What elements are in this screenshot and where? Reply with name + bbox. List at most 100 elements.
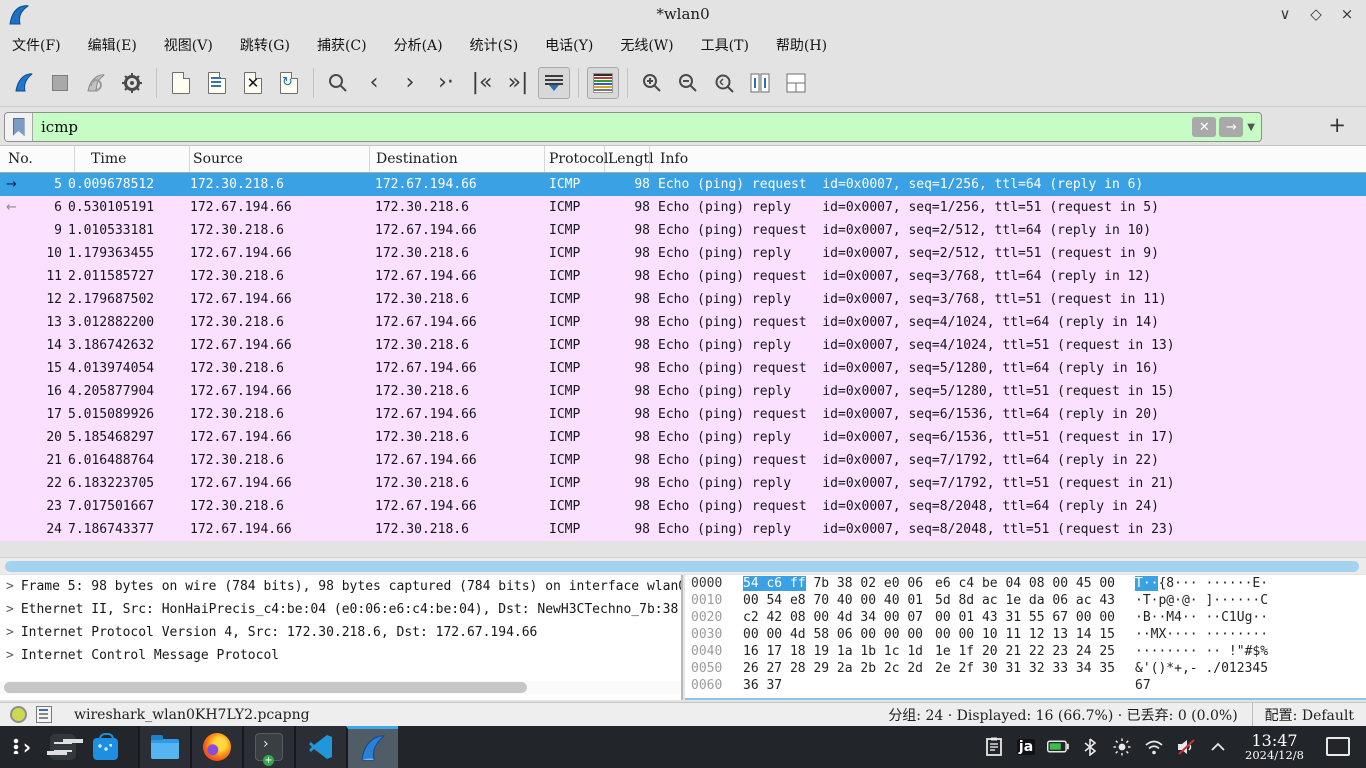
auto-scroll-button[interactable] (538, 67, 570, 99)
menu-item[interactable]: 统计(S) (470, 35, 519, 55)
column-header-length[interactable]: Lengtl (605, 146, 650, 172)
detail-tree-row[interactable]: >Internet Protocol Version 4, Src: 172.3… (0, 621, 681, 644)
capture-options-button[interactable] (116, 67, 148, 99)
bluetooth-icon[interactable] (1079, 734, 1101, 760)
menu-item[interactable]: 文件(F) (12, 35, 61, 55)
capture-comment-icon[interactable] (36, 706, 52, 723)
menu-item[interactable]: 捕获(C) (317, 35, 367, 55)
packet-row[interactable]: 22 6.183223705 172.67.194.66 172.30.218.… (0, 472, 1366, 495)
filter-bookmark-button[interactable] (5, 113, 33, 141)
close-button[interactable]: × (1336, 3, 1358, 25)
settings-button[interactable] (42, 726, 84, 768)
packet-list-hscrollbar[interactable] (0, 557, 1366, 574)
expert-info-icon[interactable] (10, 706, 27, 723)
packet-row[interactable]: 16 4.205877904 172.67.194.66 172.30.218.… (0, 380, 1366, 403)
close-file-button[interactable]: ✕ (237, 67, 269, 99)
open-file-button[interactable] (165, 67, 197, 99)
packet-row[interactable]: 17 5.015089926 172.30.218.6 172.67.194.6… (0, 403, 1366, 426)
menu-item[interactable]: 跳转(G) (240, 35, 290, 55)
stop-capture-button[interactable] (44, 67, 76, 99)
packet-row[interactable]: 20 5.185468297 172.67.194.66 172.30.218.… (0, 426, 1366, 449)
brightness-icon[interactable] (1111, 734, 1133, 760)
column-header-destination[interactable]: Destination (370, 146, 545, 172)
expand-chevron-icon[interactable]: > (6, 579, 14, 594)
zoom-reset-button[interactable] (708, 67, 740, 99)
software-store-button[interactable] (84, 726, 126, 768)
filter-value[interactable]: icmp (33, 118, 1192, 136)
detail-tree-row[interactable]: >Ethernet II, Src: HonHaiPrecis_c4:be:04… (0, 598, 681, 621)
menu-item[interactable]: 分析(A) (394, 35, 443, 55)
menu-item[interactable]: 帮助(H) (776, 35, 827, 55)
file-manager-button[interactable] (138, 726, 190, 768)
find-packet-button[interactable] (322, 67, 354, 99)
hex-row[interactable]: 001000 54 e8 70 40 00 40 015d 8d ac 1e d… (685, 592, 1366, 609)
packet-bytes-pane[interactable]: 000054 c6 ff 7b 38 02 e0 06e6 c4 be 04 0… (685, 575, 1366, 700)
restart-capture-button[interactable] (80, 67, 112, 99)
expand-chevron-icon[interactable]: > (6, 625, 14, 640)
last-packet-button[interactable]: »| (502, 67, 534, 99)
menu-item[interactable]: 工具(T) (701, 35, 749, 55)
packet-row[interactable]: 12 2.179687502 172.67.194.66 172.30.218.… (0, 288, 1366, 311)
colorize-button[interactable] (587, 67, 619, 99)
hex-row[interactable]: 003000 00 4d 58 06 00 00 0000 00 10 11 1… (685, 626, 1366, 643)
hex-row[interactable]: 000054 c6 ff 7b 38 02 e0 06e6 c4 be 04 0… (685, 575, 1366, 592)
resize-columns-button[interactable] (744, 67, 776, 99)
previous-packet-button[interactable]: ‹ (358, 67, 390, 99)
wifi-icon[interactable] (1143, 734, 1165, 760)
expand-chevron-icon[interactable]: > (6, 602, 14, 617)
layout-123-button[interactable] (780, 67, 812, 99)
detail-tree-row[interactable]: >Frame 5: 98 bytes on wire (784 bits), 9… (0, 575, 681, 598)
app-launcher-button[interactable]: › (0, 726, 42, 768)
input-method-indicator[interactable]: ja (1015, 734, 1037, 760)
menu-item[interactable]: 电话(Y) (545, 35, 593, 55)
filter-apply-button[interactable]: → (1219, 117, 1243, 137)
details-hscrollbar-thumb[interactable] (4, 682, 527, 693)
hex-row[interactable]: 005026 27 28 29 2a 2b 2c 2d2e 2f 30 31 3… (685, 660, 1366, 677)
clock[interactable]: 13:47 2024/12/8 (1245, 733, 1304, 762)
profile-selector[interactable]: 配置: Default (1253, 705, 1366, 725)
packet-row[interactable]: 10 1.179363455 172.67.194.66 172.30.218.… (0, 242, 1366, 265)
packet-row[interactable]: 13 3.012882200 172.30.218.6 172.67.194.6… (0, 311, 1366, 334)
hex-row[interactable]: 0020c2 42 08 00 4d 34 00 0700 01 43 31 5… (685, 609, 1366, 626)
next-packet-button[interactable]: › (394, 67, 426, 99)
menu-item[interactable]: 编辑(E) (88, 35, 137, 55)
display-filter-input[interactable]: icmp ✕ → ▼ (4, 112, 1262, 142)
detail-tree-row[interactable]: >Internet Control Message Protocol (0, 644, 681, 667)
packet-row[interactable]: 15 4.013974054 172.30.218.6 172.67.194.6… (0, 357, 1366, 380)
first-packet-button[interactable]: |« (466, 67, 498, 99)
zoom-in-button[interactable] (636, 67, 668, 99)
vscode-button[interactable] (294, 726, 346, 768)
tray-expand-chevron-icon[interactable] (1207, 734, 1229, 760)
filter-clear-button[interactable]: ✕ (1192, 117, 1216, 137)
go-to-packet-button[interactable]: ›· (430, 67, 462, 99)
details-hscrollbar[interactable] (0, 681, 681, 694)
packet-row[interactable]: → 5 0.009678512 172.30.218.6 172.67.194.… (0, 173, 1366, 196)
clipboard-icon[interactable] (983, 734, 1005, 760)
minimize-button[interactable]: ∨ (1274, 3, 1296, 25)
start-capture-button[interactable] (8, 67, 40, 99)
packet-row[interactable]: 24 7.186743377 172.67.194.66 172.30.218.… (0, 518, 1366, 541)
packet-row[interactable]: 11 2.011585727 172.30.218.6 172.67.194.6… (0, 265, 1366, 288)
hex-row[interactable]: 006036 3767 (685, 677, 1366, 694)
firefox-button[interactable] (190, 726, 242, 768)
terminal-button[interactable]: › + (242, 726, 294, 768)
filter-dropdown-caret[interactable]: ▼ (1247, 122, 1255, 133)
battery-icon[interactable] (1047, 734, 1069, 760)
save-file-button[interactable] (201, 67, 233, 99)
packet-row[interactable]: 23 7.017501667 172.30.218.6 172.67.194.6… (0, 495, 1366, 518)
filter-add-button[interactable]: + (1328, 113, 1346, 137)
column-header-info[interactable]: Info (650, 146, 1366, 172)
zoom-out-button[interactable] (672, 67, 704, 99)
menu-item[interactable]: 视图(V) (164, 35, 213, 55)
packet-row[interactable]: ← 6 0.530105191 172.67.194.66 172.30.218… (0, 196, 1366, 219)
menu-item[interactable]: 无线(W) (620, 35, 673, 55)
packet-row[interactable]: 14 3.186742632 172.67.194.66 172.30.218.… (0, 334, 1366, 357)
maximize-button[interactable]: ◇ (1305, 3, 1327, 25)
volume-muted-icon[interactable] (1175, 734, 1197, 760)
hex-row[interactable]: 004016 17 18 19 1a 1b 1c 1d1e 1f 20 21 2… (685, 643, 1366, 660)
column-header-protocol[interactable]: Protocol (545, 146, 605, 172)
column-header-time[interactable]: Time (75, 146, 190, 172)
reload-file-button[interactable]: ↻ (273, 67, 305, 99)
packet-row[interactable]: 21 6.016488764 172.30.218.6 172.67.194.6… (0, 449, 1366, 472)
column-header-no[interactable]: No. (0, 146, 75, 172)
